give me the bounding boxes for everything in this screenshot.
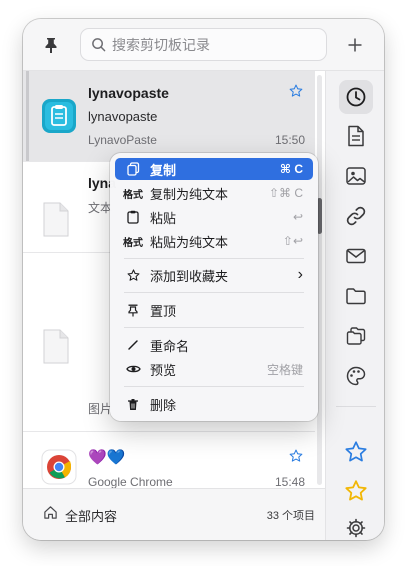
context-menu: 复制 ⌘ C 格式 复制为纯文本 ⇧⌘ C 粘贴 ↩ 格式 粘贴为纯文本 ⇧↩ … <box>110 153 318 421</box>
menu-item-label: 添加到收藏夹 <box>150 268 229 284</box>
menu-separator <box>124 258 304 259</box>
image-icon <box>346 167 366 185</box>
item-source-app: Google Chrome <box>88 475 173 488</box>
document-icon <box>41 329 77 365</box>
menu-item-copy-plain[interactable]: 格式 复制为纯文本 ⇧⌘ C <box>115 182 313 204</box>
menu-item-preview[interactable]: 预览 空格键 <box>115 358 313 380</box>
pin-icon <box>45 38 57 53</box>
files-filter-button[interactable] <box>339 319 373 353</box>
menu-shortcut: ⌘ C <box>279 162 303 176</box>
add-button[interactable] <box>343 33 367 57</box>
item-time: 15:50 <box>274 133 305 147</box>
item-count: 33 个项目 <box>266 510 315 522</box>
item-content: lynavopaste <box>88 109 158 124</box>
menu-item-label: 预览 <box>150 362 177 378</box>
menu-item-delete[interactable]: 删除 <box>115 393 313 415</box>
item-type: 图片 <box>88 402 113 416</box>
pin-icon <box>122 304 144 317</box>
trash-icon <box>122 398 144 411</box>
filter-label[interactable]: 全部内容 <box>65 506 117 525</box>
pencil-icon <box>122 339 144 351</box>
chrome-app-icon <box>41 449 77 485</box>
settings-button[interactable] <box>339 511 373 540</box>
document-icon <box>41 202 77 238</box>
home-icon <box>44 506 57 519</box>
chevron-right-icon: › <box>297 266 303 283</box>
menu-item-label: 置顶 <box>150 303 177 319</box>
eye-icon <box>122 364 144 374</box>
clipboard-icon <box>122 210 144 224</box>
menu-item-label: 粘贴为纯文本 <box>150 234 229 250</box>
menu-item-label: 删除 <box>150 397 177 413</box>
link-icon <box>346 206 366 226</box>
clock-icon <box>346 87 366 107</box>
folder-filter-button[interactable] <box>339 279 373 313</box>
folder-icon <box>346 288 366 305</box>
menu-shortcut: ↩ <box>292 210 303 224</box>
search-input[interactable] <box>112 36 312 53</box>
menu-shortcut: 空格键 <box>266 362 303 377</box>
menu-item-label: 复制为纯文本 <box>150 186 229 202</box>
item-title: 💜💙 <box>88 449 126 466</box>
item-source-app: LynavoPaste <box>88 133 157 147</box>
files-icon <box>346 327 366 345</box>
gear-icon <box>346 518 366 538</box>
plus-icon <box>348 38 362 52</box>
menu-item-copy[interactable]: 复制 ⌘ C <box>115 158 313 180</box>
star-icon <box>122 268 144 282</box>
menu-item-label: 复制 <box>150 162 177 178</box>
search-icon <box>92 38 106 52</box>
item-type: 文本 <box>88 201 113 215</box>
selection-indicator <box>26 71 29 161</box>
color-filter-button[interactable] <box>339 359 373 393</box>
menu-item-rename[interactable]: 重命名 <box>115 334 313 356</box>
starred-button[interactable] <box>339 474 373 508</box>
menu-item-pin-top[interactable]: 置顶 <box>115 299 313 321</box>
star-outline-icon[interactable] <box>289 449 303 463</box>
menu-shortcut: ⇧⌘ C <box>268 186 303 200</box>
copy-icon <box>122 162 144 176</box>
top-bar <box>23 19 384 71</box>
menu-separator <box>124 327 304 328</box>
lynavopaste-app-icon <box>41 98 77 134</box>
menu-item-paste-plain[interactable]: 格式 粘贴为纯文本 ⇧↩ <box>115 230 313 252</box>
menu-item-paste[interactable]: 粘贴 ↩ <box>115 206 313 228</box>
menu-item-label: 重命名 <box>150 338 190 354</box>
sidebar-divider <box>336 406 376 407</box>
star-outline-icon <box>345 441 367 462</box>
menu-item-add-favorite[interactable]: 添加到收藏夹 › <box>115 264 313 286</box>
menu-separator <box>124 292 304 293</box>
list-item[interactable]: 💜💙 Google Chrome 15:48 <box>23 432 315 488</box>
palette-icon <box>346 366 366 386</box>
star-gold-icon <box>345 480 367 501</box>
format-icon: 格式 <box>123 189 143 201</box>
text-filter-button[interactable] <box>339 119 373 153</box>
favorites-button[interactable] <box>339 435 373 469</box>
item-title: lynavopaste <box>88 85 169 101</box>
item-time: 15:48 <box>274 475 305 488</box>
category-sidebar <box>325 71 384 540</box>
document-icon <box>348 125 364 147</box>
pin-window-button[interactable] <box>39 33 63 57</box>
star-outline-icon[interactable] <box>289 84 303 98</box>
list-item[interactable]: lynavopaste lynavopaste LynavoPaste 15:5… <box>23 71 315 162</box>
bottom-bar: 全部内容 33 个项目 <box>23 488 325 540</box>
menu-separator <box>124 386 304 387</box>
menu-shortcut: ⇧↩ <box>282 234 303 248</box>
menu-item-label: 粘贴 <box>150 210 177 226</box>
history-button[interactable] <box>339 80 373 114</box>
image-filter-button[interactable] <box>339 159 373 193</box>
search-box[interactable] <box>80 28 327 61</box>
format-icon: 格式 <box>123 237 143 249</box>
email-filter-button[interactable] <box>339 239 373 273</box>
link-filter-button[interactable] <box>339 199 373 233</box>
envelope-icon <box>346 248 366 264</box>
